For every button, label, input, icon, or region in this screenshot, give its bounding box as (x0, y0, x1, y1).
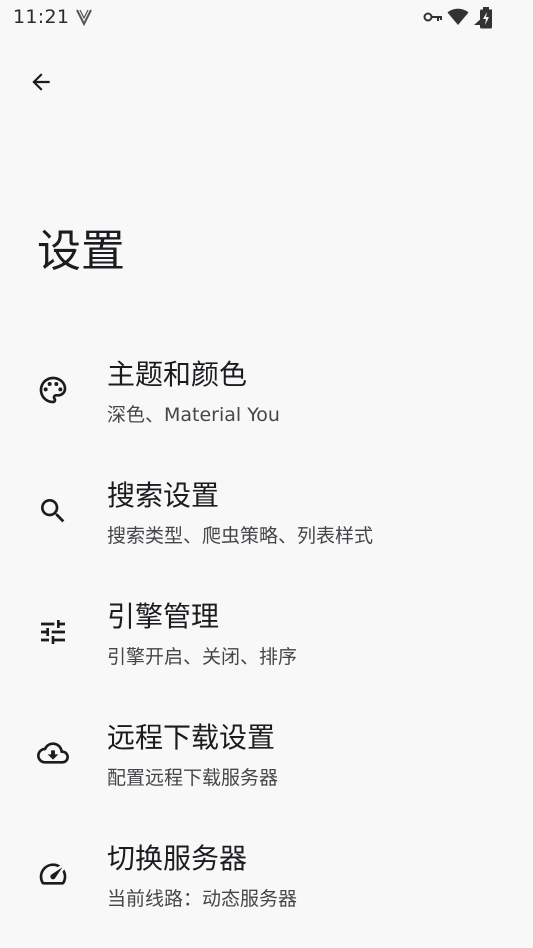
setting-subtitle: 配置远程下载服务器 (107, 767, 279, 789)
setting-subtitle: 当前线路：动态服务器 (107, 888, 298, 910)
palette-icon (37, 374, 69, 406)
settings-list: 主题和颜色 深色、Material You 搜索设置 搜索类型、爬虫策略、列表样… (0, 335, 533, 940)
setting-item-search[interactable]: 搜索设置 搜索类型、爬虫策略、列表样式 (0, 456, 533, 577)
setting-subtitle: 深色、Material You (107, 404, 280, 426)
wifi-icon (447, 8, 469, 26)
battery-charging-icon (479, 7, 493, 33)
setting-title: 远程下载设置 (107, 721, 276, 754)
status-bar: 11:21 (0, 0, 533, 36)
setting-title: 引擎管理 (107, 600, 220, 633)
arrow-back-icon (28, 69, 54, 99)
setting-title: 切换服务器 (107, 842, 248, 875)
speed-icon (37, 858, 69, 890)
setting-item-theme[interactable]: 主题和颜色 深色、Material You (0, 335, 533, 456)
v-icon (75, 8, 93, 27)
status-time: 11:21 (13, 6, 70, 28)
setting-subtitle: 引擎开启、关闭、排序 (107, 646, 298, 668)
setting-item-engines[interactable]: 引擎管理 引擎开启、关闭、排序 (0, 577, 533, 698)
back-button[interactable] (20, 63, 62, 105)
cloud-download-icon (37, 737, 69, 769)
setting-title: 主题和颜色 (107, 358, 248, 391)
page-title: 设置 (37, 226, 125, 277)
setting-subtitle: 搜索类型、爬虫策略、列表样式 (107, 525, 374, 547)
setting-title: 搜索设置 (107, 479, 220, 512)
tune-icon (37, 616, 69, 648)
setting-item-switch-server[interactable]: 切换服务器 当前线路：动态服务器 (0, 819, 533, 940)
setting-item-remote-download[interactable]: 远程下载设置 配置远程下载服务器 (0, 698, 533, 819)
vpn-key-icon (423, 10, 443, 24)
search-icon (37, 495, 69, 527)
